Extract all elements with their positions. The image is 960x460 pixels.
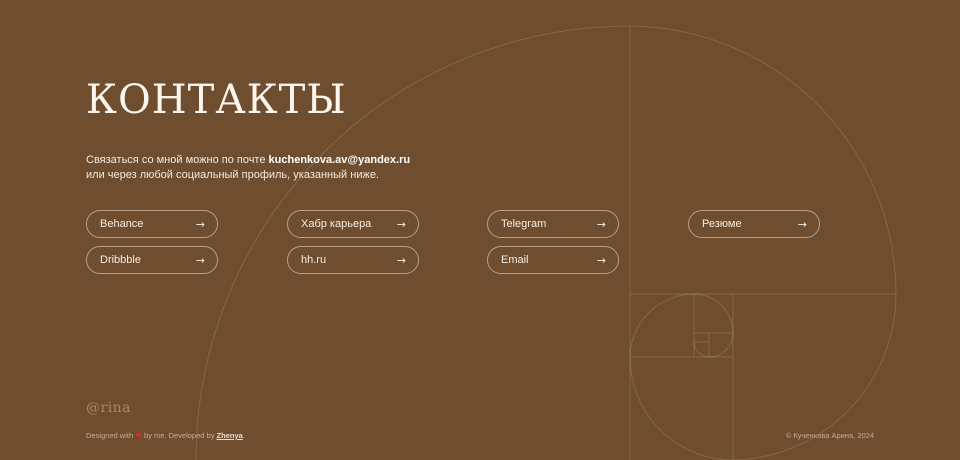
habr-career-label: Хабр карьера	[301, 218, 372, 230]
behance-link-button[interactable]: Behance →	[86, 210, 218, 238]
heart-icon: ❤	[135, 431, 142, 440]
arrow-right-icon: →	[396, 253, 406, 267]
hh-link-button[interactable]: hh.ru →	[287, 246, 419, 274]
arrow-right-icon: →	[797, 217, 807, 231]
arrow-right-icon: →	[396, 217, 406, 231]
copyright: © Кученкава Арина, 2024	[785, 431, 874, 440]
hh-label: hh.ru	[301, 254, 327, 266]
intro-text: Связаться со мной можно по почте	[86, 154, 269, 166]
contact-intro: Связаться со мной можно по почте kuchenk…	[86, 153, 410, 183]
arrow-right-icon: →	[195, 253, 205, 267]
dribbble-link-button[interactable]: Dribbble →	[86, 246, 218, 274]
telegram-label: Telegram	[501, 218, 547, 230]
footer-credits: Designed with ❤ by me. Developed by Zhen…	[86, 431, 245, 440]
arrow-right-icon: →	[195, 217, 205, 231]
dribbble-label: Dribbble	[100, 254, 141, 266]
email-address[interactable]: kuchenkova.av@yandex.ru	[269, 154, 411, 166]
habr-career-link-button[interactable]: Хабр карьера →	[287, 210, 419, 238]
telegram-link-button[interactable]: Telegram →	[487, 210, 619, 238]
arrow-right-icon: →	[596, 217, 606, 231]
logo: @rina	[86, 400, 132, 416]
developer-link[interactable]: Zhenya	[217, 431, 243, 440]
email-label: Email	[501, 254, 529, 266]
behance-label: Behance	[100, 218, 144, 230]
credits-middle: by me. Developed by	[141, 431, 217, 440]
arrow-right-icon: →	[596, 253, 606, 267]
page-title: КОНТАКТЫ	[86, 77, 347, 123]
resume-link-button[interactable]: Резюме →	[688, 210, 820, 238]
resume-label: Резюме	[702, 218, 742, 230]
credits-prefix: Designed with	[86, 431, 134, 440]
credits-suffix: .	[242, 431, 245, 440]
email-link-button[interactable]: Email →	[487, 246, 619, 274]
intro-text-line2: или через любой социальный профиль, указ…	[86, 169, 379, 181]
